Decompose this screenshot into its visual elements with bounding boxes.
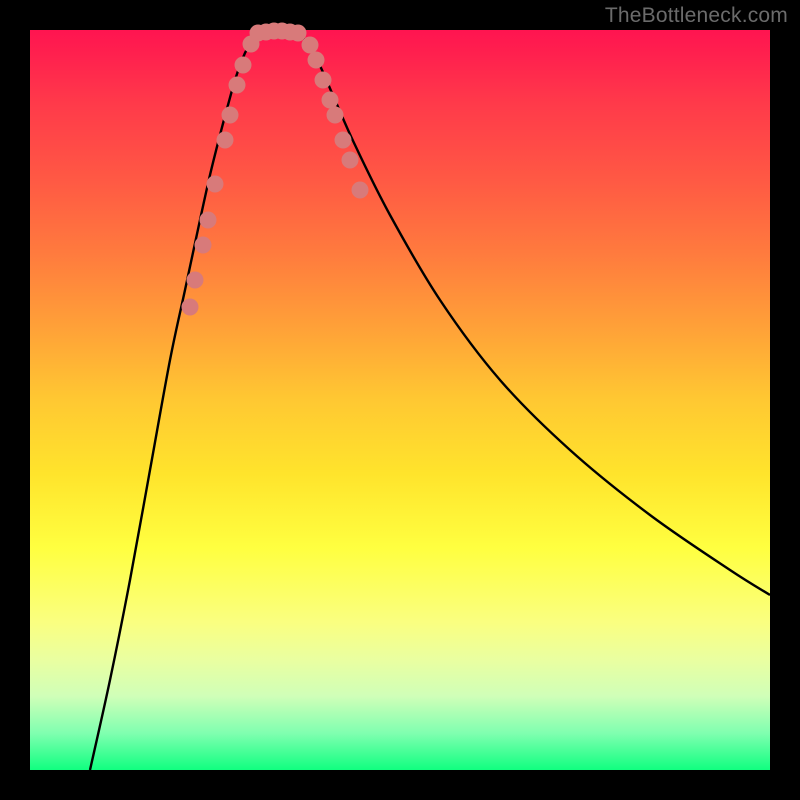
data-point-marker — [327, 107, 344, 124]
data-point-marker — [335, 132, 352, 149]
right-curve — [298, 32, 770, 595]
data-point-marker — [315, 72, 332, 89]
data-point-marker — [322, 92, 339, 109]
data-point-marker — [308, 52, 325, 69]
chart-svg — [30, 30, 770, 770]
data-point-marker — [217, 132, 234, 149]
data-point-marker — [229, 77, 246, 94]
curve-layer — [90, 32, 770, 770]
left-dots-group — [182, 36, 260, 316]
data-point-marker — [207, 176, 224, 193]
data-point-marker — [222, 107, 239, 124]
data-point-marker — [235, 57, 252, 74]
data-point-marker — [200, 212, 217, 229]
watermark-text: TheBottleneck.com — [605, 4, 788, 28]
left-curve — [90, 32, 260, 770]
chart-stage: TheBottleneck.com — [0, 0, 800, 800]
data-point-marker — [302, 37, 319, 54]
data-point-marker — [187, 272, 204, 289]
data-point-marker — [352, 182, 369, 199]
floor-dots-group — [250, 23, 307, 42]
right-dots-group — [302, 37, 369, 199]
data-point-marker — [342, 152, 359, 169]
data-point-marker — [290, 25, 307, 42]
plot-area — [30, 30, 770, 770]
data-point-marker — [182, 299, 199, 316]
data-point-marker — [195, 237, 212, 254]
